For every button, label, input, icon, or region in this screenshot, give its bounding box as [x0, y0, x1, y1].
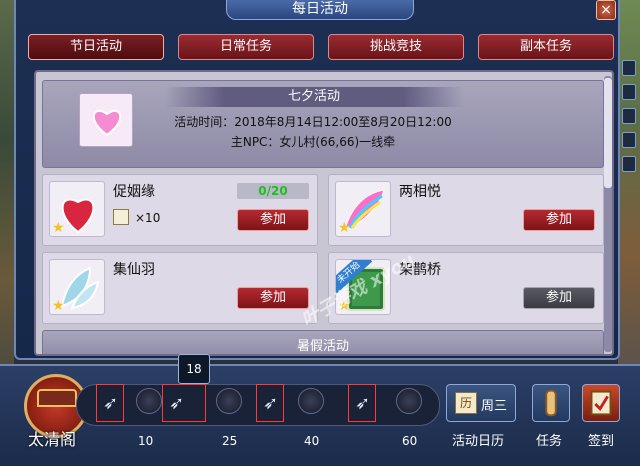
- tab-daily[interactable]: 日常任务: [178, 34, 314, 60]
- calendar-icon: 历: [455, 392, 477, 414]
- join-button-disabled[interactable]: 参加: [523, 287, 595, 309]
- window-title: 每日活动: [226, 0, 414, 20]
- item-count: ×10: [135, 211, 161, 225]
- progress-tooltip: 18: [178, 354, 210, 384]
- signin-label: 签到: [588, 434, 615, 449]
- item-slot-icon[interactable]: [113, 209, 129, 225]
- task-label: 任务: [536, 434, 563, 449]
- activity-name: 两相悦: [399, 184, 441, 200]
- side-tab[interactable]: [622, 132, 636, 148]
- side-tab[interactable]: [622, 108, 636, 124]
- side-tab[interactable]: [622, 156, 636, 172]
- star-icon: ★: [52, 220, 65, 236]
- calendar-label: 活动日历: [452, 434, 505, 449]
- task-scroll-icon[interactable]: [532, 384, 570, 422]
- event-header: 七夕活动 活动时间：2018年8月14日12:00至8月20日12:00 主NP…: [42, 80, 604, 168]
- signin-icon[interactable]: [582, 384, 620, 422]
- activity-name: 集仙羽: [113, 262, 155, 278]
- join-button[interactable]: 参加: [237, 209, 309, 231]
- star-icon: ★: [338, 220, 351, 236]
- activity-name: 促姻缘: [113, 184, 155, 200]
- activity-calendar-button[interactable]: 历 周三: [446, 384, 516, 422]
- tab-dungeon[interactable]: 副本任务: [478, 34, 614, 60]
- progress-node: [216, 388, 242, 414]
- calendar-day: 周三: [481, 399, 508, 414]
- event-icon: [79, 93, 133, 147]
- section-header: 暑假活动: [42, 330, 604, 354]
- event-time: 活动时间：2018年8月14日12:00至8月20日12:00: [174, 115, 452, 129]
- pavilion-label: 太清阁: [28, 430, 77, 449]
- side-tab-strip: [622, 60, 638, 180]
- pavilion-icon: [37, 389, 77, 407]
- reward-slot[interactable]: ➶: [348, 384, 376, 422]
- reward-slot[interactable]: ➶: [162, 384, 206, 422]
- side-tab[interactable]: [622, 84, 636, 100]
- milestone-label: 40: [304, 434, 320, 448]
- tab-festival[interactable]: 节日活动: [28, 34, 164, 60]
- side-tab[interactable]: [622, 60, 636, 76]
- milestone-label: 60: [402, 434, 418, 448]
- reward-slot[interactable]: ➶: [256, 384, 284, 422]
- close-button[interactable]: ×: [596, 0, 616, 20]
- activity-card: ★ 两相悦 参加: [328, 174, 604, 246]
- activity-list-panel: 七夕活动 活动时间：2018年8月14日12:00至8月20日12:00 主NP…: [34, 70, 614, 356]
- feather-icon: ➶: [263, 393, 279, 414]
- join-button[interactable]: 参加: [523, 209, 595, 231]
- event-title: 七夕活动: [165, 87, 463, 107]
- reward-slot[interactable]: ➶: [96, 384, 124, 422]
- progress-node: [396, 388, 422, 414]
- progress-node: [136, 388, 162, 414]
- daily-activity-window: 每日活动 × 节日活动 日常任务 挑战竞技 副本任务 七夕活动 活动时间：201…: [14, 0, 620, 360]
- feather-icon: ➶: [103, 393, 119, 414]
- activity-progress-bar: 太清阁 ➶ ➶ 18 ➶ ➶ 10 25 40 60 历 周三 活动日历 任务 …: [0, 354, 640, 466]
- star-icon: ★: [52, 298, 65, 314]
- activity-card: ★ 促姻缘 0/20 ×10 参加: [42, 174, 318, 246]
- progress-node: [298, 388, 324, 414]
- feather-icon: ➶: [355, 393, 371, 414]
- activity-progress: 0/20: [237, 183, 309, 199]
- join-button[interactable]: 参加: [237, 287, 309, 309]
- activity-card: ★ 集仙羽 参加: [42, 252, 318, 324]
- scroll-thumb[interactable]: [604, 78, 612, 188]
- tab-challenge[interactable]: 挑战竞技: [328, 34, 464, 60]
- event-npc: 主NPC：女儿村(66,66)一线牵: [230, 135, 396, 149]
- puzzle-heart-icon: ★: [49, 181, 105, 237]
- scrollbar[interactable]: [604, 76, 612, 352]
- feather-icon: ➶: [169, 393, 185, 414]
- section-title: 暑假活动: [296, 339, 349, 354]
- rainbow-feather-icon: ★: [335, 181, 391, 237]
- tab-bar: 节日活动 日常任务 挑战竞技 副本任务: [28, 34, 618, 60]
- feather-cluster-icon: ★: [49, 259, 105, 315]
- milestone-label: 25: [222, 434, 238, 448]
- heart-icon: [92, 109, 122, 136]
- milestone-label: 10: [138, 434, 154, 448]
